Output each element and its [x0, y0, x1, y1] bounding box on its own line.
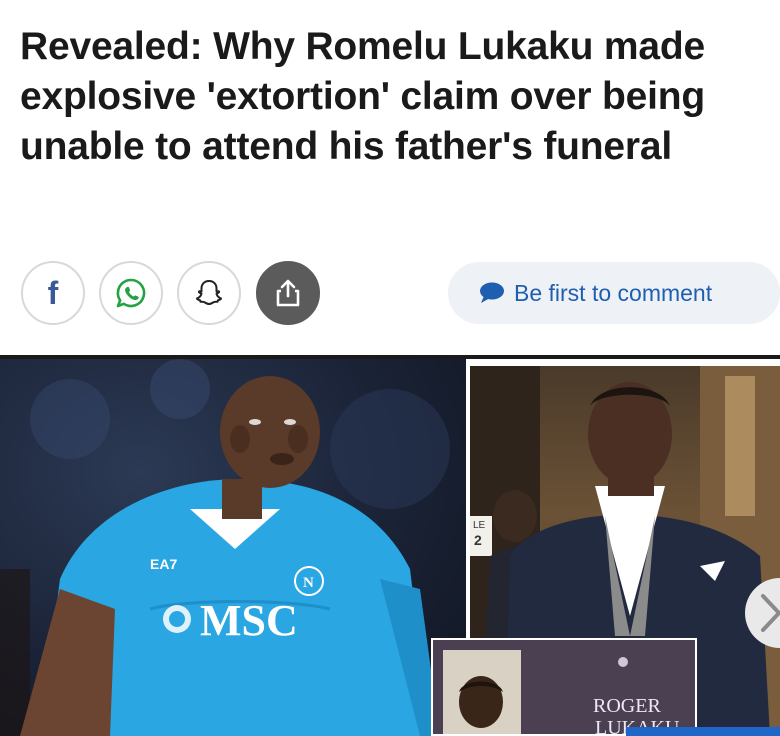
inset-text-line1: ROGER: [593, 695, 661, 717]
snapchat-share-button[interactable]: [177, 261, 241, 325]
napoli-crest: N: [303, 575, 314, 591]
memorial-illustration: ROGER LUKAKU: [433, 640, 695, 734]
sign-text: LE: [473, 520, 486, 531]
chevron-right-icon: [761, 594, 780, 632]
player-illustration: EA7 N MSC: [0, 359, 450, 736]
memorial-inset-photo[interactable]: ROGER LUKAKU: [431, 638, 697, 736]
share-icon: [276, 279, 300, 307]
bottom-accent-bar: [626, 727, 780, 736]
share-button[interactable]: [256, 261, 320, 325]
jersey-brand: EA7: [150, 556, 177, 572]
speech-bubble-icon: [480, 282, 504, 303]
snapchat-icon: [196, 280, 222, 305]
lukaku-photo[interactable]: EA7 N MSC: [0, 359, 466, 736]
article-headline: Revealed: Why Romelu Lukaku made explosi…: [20, 25, 705, 168]
share-bar: f Be first to comment: [0, 258, 780, 328]
facebook-share-button[interactable]: f: [21, 261, 85, 325]
whatsapp-icon: [116, 278, 146, 308]
gallery-next-button[interactable]: [745, 578, 780, 648]
comment-button[interactable]: Be first to comment: [448, 262, 780, 324]
jersey-sponsor: MSC: [200, 596, 298, 645]
comment-label: Be first to comment: [514, 279, 713, 306]
sign-number: 2: [474, 532, 482, 548]
whatsapp-share-button[interactable]: [99, 261, 163, 325]
facebook-icon: f: [47, 275, 59, 311]
